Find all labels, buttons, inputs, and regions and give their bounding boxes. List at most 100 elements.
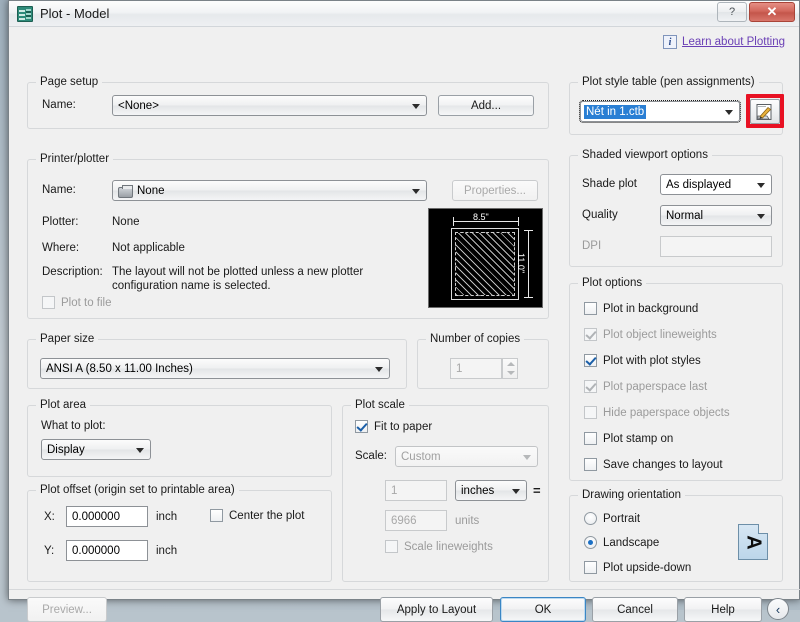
close-icon[interactable]: ✕ [749, 2, 795, 22]
scale-combo[interactable]: Custom [395, 446, 538, 467]
portrait-radio-dot [584, 512, 597, 525]
scale-numerator-input[interactable]: 1 [385, 480, 447, 501]
page-setup-name-label: Name: [42, 99, 76, 111]
plot-style-combo[interactable]: Nét in 1.ctb [580, 101, 740, 122]
offset-x-input[interactable]: 0.000000 [66, 506, 148, 527]
offset-x-label: X: [44, 511, 55, 523]
quality-label: Quality [582, 209, 618, 221]
quality-value: Normal [666, 210, 703, 222]
plot-area-group: Plot area What to plot: Display [27, 405, 332, 477]
footer-divider [9, 589, 800, 590]
add-page-setup-button[interactable]: Add... [438, 95, 534, 116]
width-dim-tick-left [453, 217, 454, 226]
plot-area-legend: Plot area [36, 399, 90, 411]
fit-to-paper-box [355, 420, 368, 433]
page-setup-name-value: <None> [118, 100, 159, 112]
what-to-plot-label: What to plot: [41, 420, 106, 432]
add-button-label: Add... [471, 100, 501, 112]
plot-with-plot-styles-checkbox[interactable]: Plot with plot styles [584, 354, 701, 367]
hide-paperspace-objects-checkbox[interactable]: Hide paperspace objects [584, 406, 730, 419]
info-icon: i [663, 35, 677, 49]
stepper-down-icon[interactable] [507, 371, 515, 375]
scale-lineweights-box [385, 540, 398, 553]
height-dim-tick-bottom [524, 297, 533, 298]
title-bar: Plot - Model ? ✕ [9, 1, 799, 27]
paper-size-combo[interactable]: ANSI A (8.50 x 11.00 Inches) [40, 358, 390, 379]
description-line-2: configuration name is selected. [112, 280, 271, 292]
shade-plot-combo[interactable]: As displayed [660, 174, 772, 195]
scale-denominator-input[interactable]: 6966 [385, 510, 447, 531]
dpi-input[interactable] [660, 236, 772, 257]
chevron-down-icon [757, 183, 765, 188]
plot-object-lineweights-checkbox[interactable]: Plot object lineweights [584, 328, 717, 341]
paper-size-group: Paper size ANSI A (8.50 x 11.00 Inches) [27, 339, 407, 389]
page-setup-name-combo[interactable]: <None> [112, 95, 427, 116]
plot-offset-group: Plot offset (origin set to printable are… [27, 490, 332, 582]
height-dim-line [528, 230, 529, 298]
what-to-plot-combo[interactable]: Display [41, 439, 151, 460]
printer-properties-button[interactable]: Properties... [452, 180, 538, 201]
plot-in-background-label: Plot in background [603, 303, 698, 315]
landscape-radio[interactable]: Landscape [584, 536, 659, 549]
offset-y-unit: inch [156, 545, 177, 557]
height-dim-tick-top [524, 230, 533, 231]
scale-label: Scale: [355, 450, 387, 462]
plot-to-file-label: Plot to file [61, 297, 112, 309]
page-setup-group: Page setup Name: <None> Add... [27, 82, 549, 129]
fit-to-paper-checkbox[interactable]: Fit to paper [355, 420, 432, 433]
hide-paperspace-objects-label: Hide paperspace objects [603, 407, 730, 419]
copies-value: 1 [456, 363, 462, 375]
orientation-glyph: A [741, 535, 764, 549]
printer-icon [118, 187, 133, 198]
description-line-1: The layout will not be plotted unless a … [112, 266, 363, 278]
learn-about-plotting-link[interactable]: Learn about Plotting [682, 36, 785, 48]
plot-paperspace-last-checkbox[interactable]: Plot paperspace last [584, 380, 707, 393]
quality-combo[interactable]: Normal [660, 205, 772, 226]
scale-numerator-value: 1 [391, 485, 397, 497]
hide-paperspace-objects-box [584, 406, 597, 419]
plot-to-file-checkbox[interactable]: Plot to file [42, 296, 112, 309]
where-label: Where: [42, 242, 79, 254]
plot-style-value: Nét in 1.ctb [584, 105, 646, 119]
collapse-panel-button[interactable]: ‹ [767, 598, 789, 620]
portrait-radio[interactable]: Portrait [584, 512, 640, 525]
help-caption-button[interactable]: ? [717, 2, 747, 22]
description-label: Description: [42, 266, 103, 278]
plotter-label: Plotter: [42, 216, 78, 228]
plot-scale-group: Plot scale Fit to paper Scale: Custom 1 … [342, 405, 549, 582]
paper-preview-page [451, 228, 519, 300]
paper-height-dimension: 11.0" [516, 253, 526, 273]
save-changes-to-layout-checkbox[interactable]: Save changes to layout [584, 458, 723, 471]
page-setup-legend: Page setup [36, 76, 102, 88]
shaded-viewport-options-group: Shaded viewport options Shade plot As di… [569, 155, 783, 267]
chevron-down-icon [523, 455, 531, 460]
drawing-orientation-legend: Drawing orientation [578, 489, 685, 501]
plot-offset-legend: Plot offset (origin set to printable are… [36, 484, 239, 496]
scale-lineweights-checkbox[interactable]: Scale lineweights [385, 540, 493, 553]
plot-to-file-box [42, 296, 55, 309]
printer-name-combo[interactable]: None [112, 180, 427, 201]
copies-stepper[interactable] [502, 358, 518, 379]
offset-y-input[interactable]: 0.000000 [66, 540, 148, 561]
paper-size-value: ANSI A (8.50 x 11.00 Inches) [46, 363, 193, 375]
scale-denominator-value: 6966 [391, 515, 417, 527]
offset-y-label: Y: [44, 545, 54, 557]
copies-input[interactable]: 1 [450, 358, 502, 379]
scale-lineweights-label: Scale lineweights [404, 541, 493, 553]
plot-style-table-group: Plot style table (pen assignments) Nét i… [569, 82, 783, 135]
orientation-preview-icon: A [738, 524, 768, 560]
plot-stamp-on-checkbox[interactable]: Plot stamp on [584, 432, 673, 445]
plot-in-background-checkbox[interactable]: Plot in background [584, 302, 698, 315]
printer-name-value: None [137, 185, 165, 197]
scale-unit-combo[interactable]: inches [455, 480, 527, 501]
plot-upside-down-box [584, 561, 597, 574]
chevron-left-icon: ‹ [776, 602, 780, 617]
scale-units-label: units [455, 515, 479, 527]
copies-legend: Number of copies [426, 333, 524, 345]
plot-upside-down-checkbox[interactable]: Plot upside-down [584, 561, 691, 574]
plot-in-background-box [584, 302, 597, 315]
stepper-up-icon[interactable] [507, 362, 515, 366]
plot-dialog-window: Plot - Model ? ✕ i Learn about Plotting … [8, 0, 800, 600]
center-the-plot-checkbox[interactable]: Center the plot [210, 509, 304, 522]
paper-size-legend: Paper size [36, 333, 98, 345]
